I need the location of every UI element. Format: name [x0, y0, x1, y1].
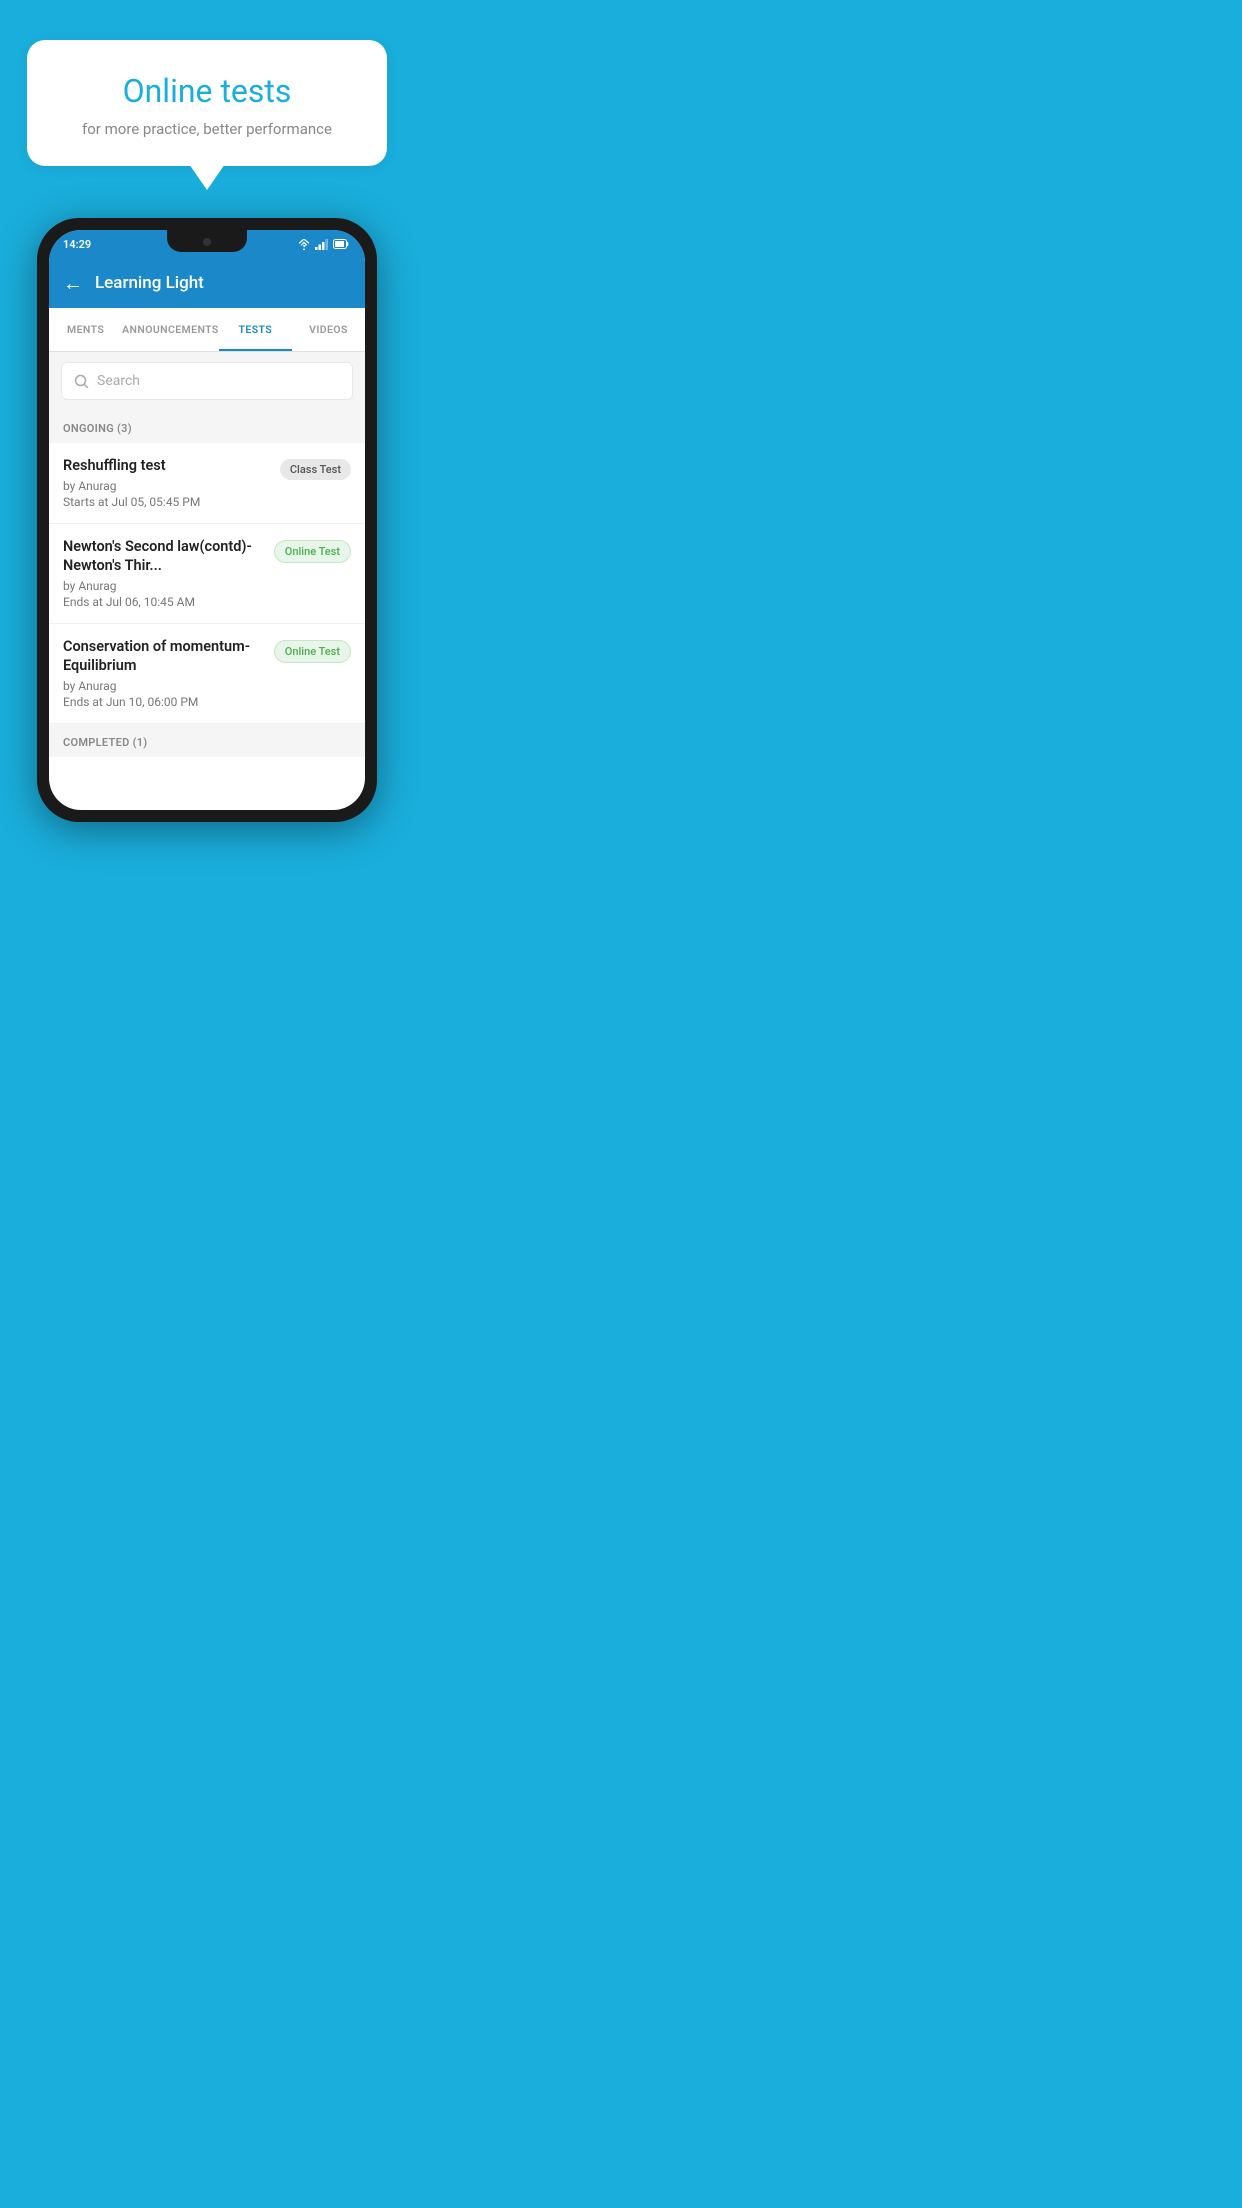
test-badge-conservation: Online Test [274, 640, 351, 663]
search-container: Search [49, 352, 365, 410]
test-info-newton: Newton's Second law(contd)-Newton's Thir… [63, 538, 274, 609]
battery-icon [333, 239, 349, 249]
test-badge-newton: Online Test [274, 540, 351, 563]
completed-section-header: COMPLETED (1) [49, 724, 365, 757]
test-info-conservation: Conservation of momentum-Equilibrium by … [63, 638, 274, 709]
completed-header-text: COMPLETED (1) [63, 736, 147, 749]
app-bar-title: Learning Light [95, 273, 204, 293]
bubble-title: Online tests [55, 72, 359, 110]
promo-section: Online tests for more practice, better p… [0, 0, 414, 166]
test-time-conservation: Ends at Jun 10, 06:00 PM [63, 695, 264, 709]
phone-screen: 14:29 [49, 230, 365, 810]
test-item-conservation[interactable]: Conservation of momentum-Equilibrium by … [49, 624, 365, 724]
tabs-row: MENTS ANNOUNCEMENTS TESTS VIDEOS [49, 308, 365, 352]
ongoing-section-header: ONGOING (3) [49, 410, 365, 443]
tab-announcements[interactable]: ANNOUNCEMENTS [122, 308, 219, 351]
test-author-newton: by Anurag [63, 579, 264, 593]
wifi-icon [297, 239, 311, 250]
tab-videos[interactable]: VIDEOS [292, 308, 365, 351]
phone-frame: 14:29 [37, 218, 377, 822]
app-bar: ← Learning Light [49, 258, 365, 308]
test-item-reshuffling[interactable]: Reshuffling test by Anurag Starts at Jul… [49, 443, 365, 524]
test-time-newton: Ends at Jul 06, 10:45 AM [63, 595, 264, 609]
search-placeholder: Search [97, 373, 140, 389]
back-button[interactable]: ← [63, 273, 83, 293]
phone-camera [203, 238, 211, 246]
tab-ments[interactable]: MENTS [49, 308, 122, 351]
test-name-reshuffling: Reshuffling test [63, 457, 270, 476]
bubble-subtitle: for more practice, better performance [55, 120, 359, 138]
test-author-reshuffling: by Anurag [63, 479, 270, 493]
phone-notch [167, 230, 247, 252]
search-bar[interactable]: Search [61, 362, 353, 400]
ongoing-header-text: ONGOING (3) [63, 422, 132, 435]
speech-bubble: Online tests for more practice, better p… [27, 40, 387, 166]
test-badge-reshuffling: Class Test [280, 459, 351, 480]
test-item-newton[interactable]: Newton's Second law(contd)-Newton's Thir… [49, 524, 365, 624]
signal-icon [315, 239, 329, 250]
status-icons [297, 239, 349, 250]
search-icon [74, 374, 89, 389]
test-name-newton: Newton's Second law(contd)-Newton's Thir… [63, 538, 264, 576]
tab-tests[interactable]: TESTS [219, 308, 292, 351]
test-name-conservation: Conservation of momentum-Equilibrium [63, 638, 264, 676]
status-time: 14:29 [63, 238, 91, 251]
test-info-reshuffling: Reshuffling test by Anurag Starts at Jul… [63, 457, 280, 509]
test-author-conservation: by Anurag [63, 679, 264, 693]
test-time-reshuffling: Starts at Jul 05, 05:45 PM [63, 495, 270, 509]
phone-device: 14:29 [37, 218, 377, 822]
